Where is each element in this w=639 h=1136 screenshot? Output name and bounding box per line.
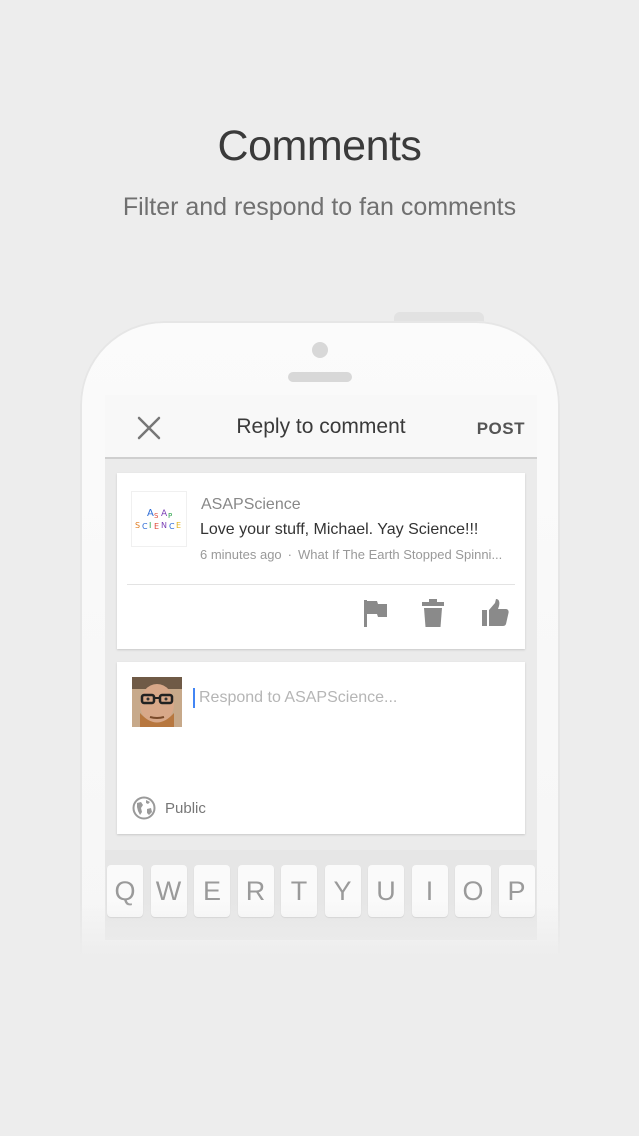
svg-text:E: E [176,521,181,530]
svg-text:A: A [161,509,168,519]
top-bar: Reply to comment POST [105,395,537,459]
svg-text:P: P [168,512,172,520]
post-button[interactable]: POST [477,419,525,439]
channel-logo: A S A P S C I E N C E [131,491,187,547]
phone-speaker [288,372,352,382]
phone-camera [312,342,328,358]
meta-separator: · [287,547,293,562]
svg-text:S: S [154,512,159,520]
visibility-selector[interactable]: Public [132,796,206,820]
trash-icon [422,599,444,627]
globe-icon [132,796,156,820]
avatar [132,677,182,727]
comment-author[interactable]: ASAPScience [201,496,301,514]
comment-card: A S A P S C I E N C E ASAPScience Love y… [117,473,525,649]
comment-text: Love your stuff, Michael. Yay Science!!! [200,521,479,538]
svg-text:N: N [161,521,167,530]
svg-text:C: C [169,522,175,531]
divider [127,584,515,585]
like-button[interactable] [479,597,511,629]
flag-icon [364,600,387,627]
flag-button[interactable] [359,597,391,629]
reply-input[interactable] [193,688,509,708]
svg-text:S: S [135,521,140,530]
promo-subtitle: Filter and respond to fan comments [122,193,517,221]
comment-video-link[interactable]: What If The Earth Stopped Spinni... [298,547,502,562]
comment-meta: 6 minutes ago · What If The Earth Stopped … [200,547,502,562]
page-title: Reply to comment [236,415,406,438]
svg-text:E: E [154,522,159,531]
svg-text:A: A [147,508,154,519]
phone-screen: Reply to comment POST A S A P S C I E N … [105,395,537,940]
visibility-label: Public [165,799,206,817]
delete-button[interactable] [417,597,449,629]
reply-card: Public [117,662,525,834]
promo-title: Comments [217,122,422,170]
thumbs-up-icon [482,599,509,626]
svg-text:C: C [142,522,148,531]
comment-time: 6 minutes ago [200,547,282,562]
svg-text:I: I [149,521,151,530]
phone-bottom-fade [60,900,580,980]
